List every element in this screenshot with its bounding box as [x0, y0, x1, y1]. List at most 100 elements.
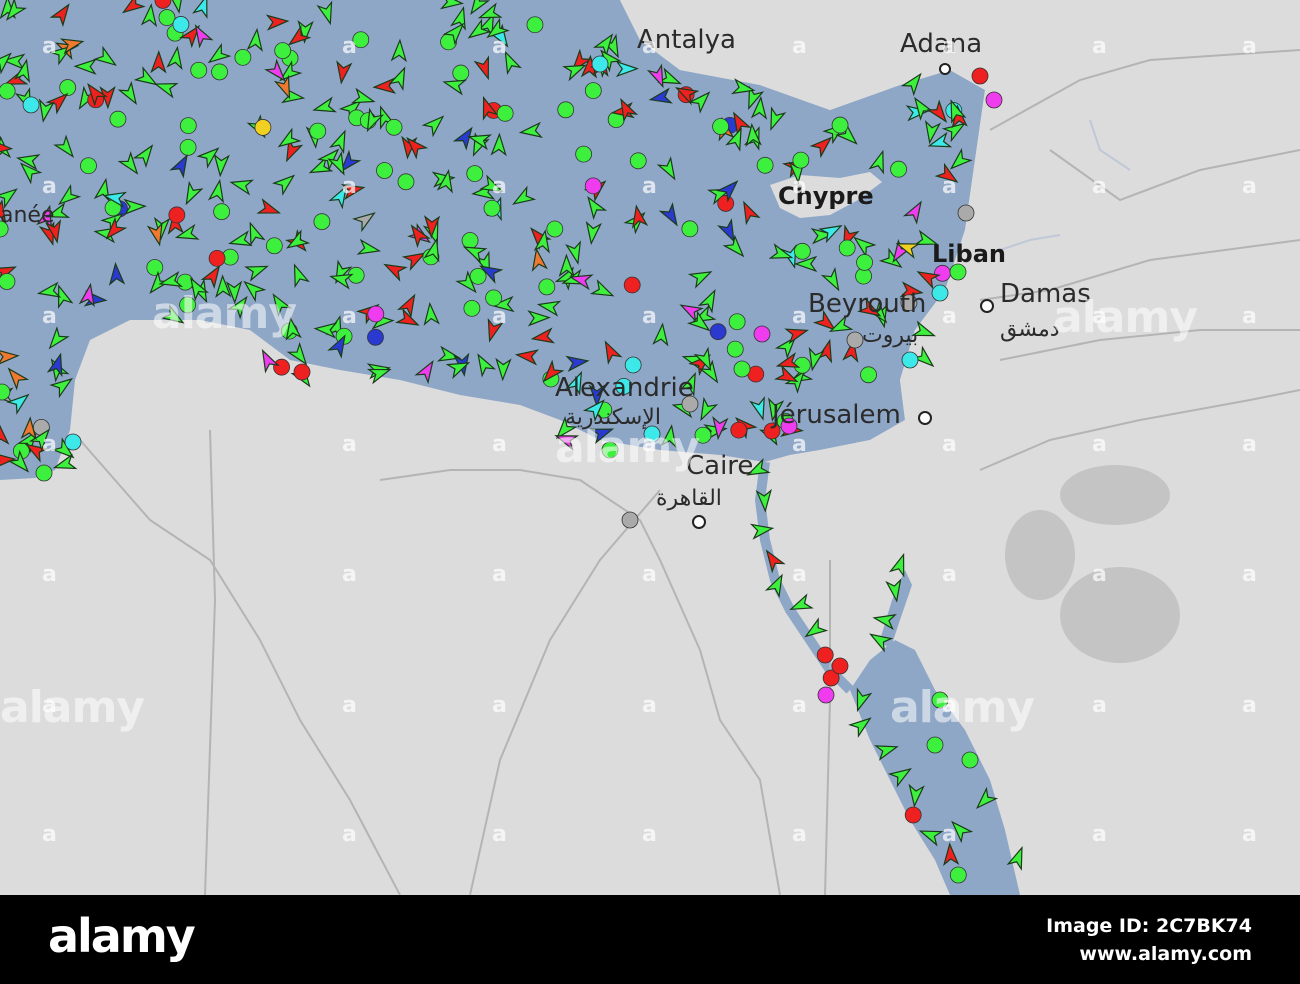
stock-footer-bar: alamy Image ID: 2C7BK74 www.alamy.com: [0, 895, 1300, 984]
ship-marker-dot[interactable]: [728, 313, 746, 331]
ship-marker-dot[interactable]: [0, 82, 16, 100]
ship-marker-dot[interactable]: [463, 299, 481, 317]
ship-marker-dot[interactable]: [584, 177, 602, 195]
ship-marker-dot[interactable]: [591, 55, 609, 73]
watermark-mark: a: [42, 432, 57, 457]
ship-marker-dot[interactable]: [926, 736, 944, 754]
ship-marker-dot[interactable]: [64, 433, 82, 451]
ship-marker-dot[interactable]: [831, 116, 849, 134]
ship-marker-dot[interactable]: [816, 646, 834, 664]
watermark-mark: a: [342, 562, 357, 587]
watermark-mark: a: [492, 34, 507, 59]
ship-marker-dot[interactable]: [860, 366, 877, 384]
ship-marker-dot[interactable]: [273, 358, 290, 376]
ship-marker-dot[interactable]: [158, 9, 176, 26]
ship-marker-dot[interactable]: [890, 160, 907, 178]
ship-marker-dot[interactable]: [846, 331, 864, 349]
ship-marker-dot[interactable]: [756, 156, 774, 174]
ship-marker-dot[interactable]: [376, 162, 393, 179]
ship-marker-dot[interactable]: [971, 67, 989, 85]
watermark-mark: a: [642, 304, 657, 329]
ship-marker-dot[interactable]: [469, 267, 487, 285]
ship-marker-dot[interactable]: [546, 220, 564, 238]
ship-marker-dot[interactable]: [949, 866, 967, 884]
ship-marker-dot[interactable]: [817, 686, 835, 704]
ship-marker-dot[interactable]: [172, 16, 190, 33]
ship-marker-dot[interactable]: [985, 91, 1003, 109]
ship-marker-dot[interactable]: [557, 101, 575, 119]
damas-city-dot: [980, 299, 994, 313]
ship-marker-dot[interactable]: [168, 206, 186, 224]
ship-marker-dot[interactable]: [621, 511, 639, 529]
ship-marker-dot[interactable]: [234, 48, 252, 66]
liban-label: Liban: [932, 240, 1006, 268]
ship-marker-dot[interactable]: [313, 213, 331, 231]
ship-marker-dot[interactable]: [483, 199, 501, 217]
ship-marker-dot[interactable]: [624, 356, 642, 374]
ship-marker-dot[interactable]: [190, 61, 208, 79]
watermark-mark: a: [1092, 174, 1107, 199]
ship-marker-dot[interactable]: [254, 119, 272, 136]
ship-marker-dot[interactable]: [629, 152, 647, 170]
ship-marker-dot[interactable]: [526, 16, 544, 34]
ship-marker-dot[interactable]: [0, 273, 16, 290]
ship-marker-dot[interactable]: [904, 806, 922, 824]
site-url-text[interactable]: www.alamy.com: [1079, 943, 1252, 965]
ship-marker-dot[interactable]: [213, 203, 231, 221]
ship-marker-dot[interactable]: [367, 305, 385, 323]
ship-marker-dot[interactable]: [838, 239, 856, 257]
ship-marker-dot[interactable]: [309, 122, 327, 140]
watermark-mark: a: [42, 34, 57, 59]
mediterranee-fragment-label: anée: [0, 203, 55, 228]
ship-marker-dot[interactable]: [792, 151, 810, 169]
ship-marker-dot[interactable]: [733, 360, 751, 378]
ship-marker-dot[interactable]: [179, 138, 197, 156]
ship-marker-dot[interactable]: [856, 254, 873, 271]
ship-marker-dot[interactable]: [397, 173, 415, 191]
ship-marker-dot[interactable]: [293, 363, 311, 381]
watermark-mark: a: [342, 822, 357, 847]
ship-marker-dot[interactable]: [367, 328, 384, 346]
ship-marker-dot[interactable]: [466, 165, 484, 182]
ship-marker-dot[interactable]: [109, 110, 127, 128]
ship-marker-dot[interactable]: [961, 751, 979, 769]
watermark-mark: a: [342, 693, 357, 718]
ship-marker-dot[interactable]: [753, 325, 771, 343]
ship-marker-dot[interactable]: [931, 284, 949, 302]
ship-marker-dot[interactable]: [726, 340, 744, 358]
ship-marker-dot[interactable]: [681, 220, 699, 238]
marine-traffic-map[interactable]: Antalya Adana Chypre Liban Beyrouth بيرو…: [0, 0, 1300, 895]
ship-marker-dot[interactable]: [793, 242, 811, 260]
ship-marker-dot[interactable]: [623, 276, 641, 294]
ship-marker-dot[interactable]: [901, 351, 919, 369]
watermark-mark: a: [42, 693, 57, 718]
ship-marker-dot[interactable]: [957, 204, 975, 222]
ship-marker-dot[interactable]: [831, 657, 849, 675]
ship-marker-dot[interactable]: [717, 195, 735, 212]
ship-marker-dot[interactable]: [146, 259, 164, 276]
ship-marker-dot[interactable]: [584, 82, 602, 100]
ship-marker-dot[interactable]: [496, 104, 514, 122]
ship-marker-dot[interactable]: [80, 157, 97, 175]
watermark-mark: a: [342, 174, 357, 199]
ship-marker-dot[interactable]: [179, 117, 197, 135]
watermark-mark: a: [492, 562, 507, 587]
ship-marker-dot[interactable]: [22, 96, 40, 114]
ship-marker-dot[interactable]: [730, 421, 748, 439]
watermark-5: alamy: [1053, 292, 1197, 343]
ship-marker-dot[interactable]: [385, 118, 403, 136]
ship-marker-dot[interactable]: [575, 145, 593, 163]
watermark-mark: a: [492, 432, 507, 457]
ship-marker-dot[interactable]: [35, 464, 53, 482]
beyrouth-arabic-label: بيروت: [862, 323, 918, 348]
ship-marker-dot[interactable]: [265, 237, 283, 255]
ship-marker-dot[interactable]: [712, 118, 730, 135]
ship-marker-dot[interactable]: [709, 323, 727, 341]
ship-marker-dot[interactable]: [538, 278, 556, 296]
watermark-mark: a: [1092, 562, 1107, 587]
ship-marker-dot[interactable]: [461, 232, 479, 249]
ship-marker-dot[interactable]: [208, 249, 226, 267]
ship-marker-dot[interactable]: [452, 64, 470, 82]
watermark-mark: a: [942, 562, 957, 587]
ship-marker-dot[interactable]: [211, 63, 228, 81]
